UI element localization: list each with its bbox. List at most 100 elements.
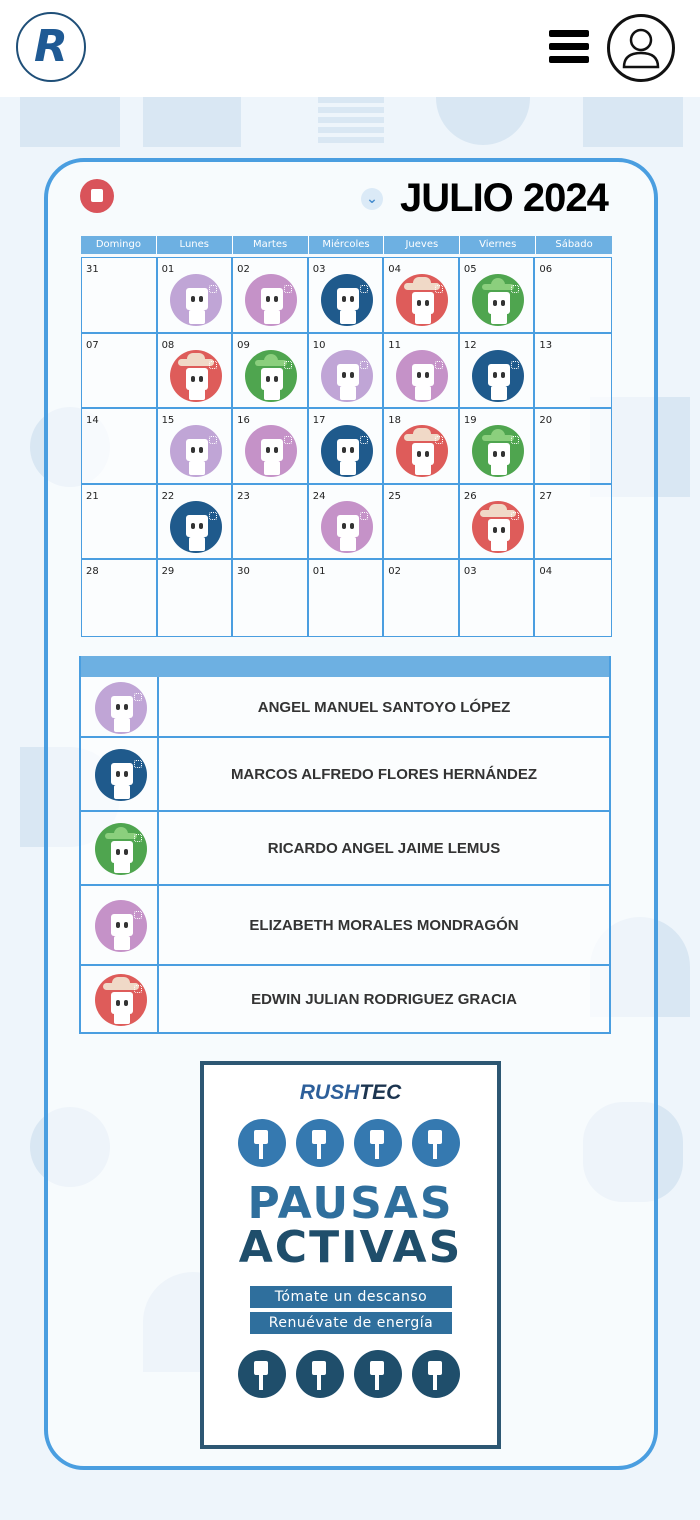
grn-robot-avatar-icon: [471, 274, 524, 326]
legend-avatar-cell: [81, 886, 159, 964]
poster-title-1: PAUSAS: [247, 1178, 454, 1229]
calendar-day-cell[interactable]: 04: [535, 560, 611, 636]
red-robot-avatar-icon: [471, 500, 524, 553]
blu-robot-avatar-icon: [320, 274, 373, 326]
day-number: 01: [312, 566, 326, 578]
calendar-day-cell[interactable]: 02: [233, 258, 309, 334]
day-number: 01: [161, 264, 175, 275]
calendar-day-cell[interactable]: 01: [157, 258, 234, 334]
day-number: 25: [388, 490, 402, 502]
calendar-day-cell[interactable]: 17: [308, 409, 385, 485]
day-number: 13: [539, 339, 553, 351]
calendar-day-cell[interactable]: 20: [535, 409, 611, 485]
calendar-day-cell[interactable]: 31: [82, 258, 158, 334]
day-number: 07: [86, 339, 99, 351]
weekday-label: Jueves: [384, 236, 461, 254]
month-dropdown-chevron-icon[interactable]: ⌄: [361, 188, 383, 210]
assignee-name: ELIZABETH MORALES MONDRAGÓN: [249, 917, 519, 934]
weekday-label: Domingo: [81, 236, 157, 254]
assignee-name: EDWIN JULIAN RODRIGUEZ GRACIA: [251, 991, 517, 1008]
legend-avatar-cell: [81, 738, 159, 810]
assignee-name: ANGEL MANUEL SANTOYO LÓPEZ: [257, 699, 511, 716]
blu-robot-avatar-icon: [95, 749, 147, 801]
day-number: 10: [312, 339, 326, 351]
day-number: 20: [539, 415, 553, 427]
pink-robot-avatar-icon: [396, 349, 449, 402]
day-number: 15: [161, 415, 175, 427]
calendar-day-cell[interactable]: 27: [535, 485, 611, 561]
pink-robot-avatar-icon: [320, 500, 373, 553]
red-robot-avatar-icon: [396, 425, 449, 478]
legend-header: [81, 656, 609, 677]
calendar-day-cell[interactable]: 26: [459, 484, 536, 561]
poster-title-2: ACTIVAS: [238, 1222, 463, 1273]
day-number: 31: [86, 264, 99, 275]
calendar-day-cell[interactable]: 30: [233, 560, 309, 636]
exercise-icon: [354, 1350, 402, 1398]
assignee-name: MARCOS ALFREDO FLORES HERNÁNDEZ: [230, 766, 538, 783]
calendar-day-cell[interactable]: 03: [460, 560, 536, 636]
blu-robot-avatar-icon: [169, 500, 222, 553]
calendar-day-cell[interactable]: 11: [384, 333, 460, 410]
calendar-day-cell[interactable]: 22: [157, 484, 234, 561]
legend-avatar-cell: [81, 812, 159, 884]
calendar-day-cell[interactable]: 28: [82, 560, 158, 636]
calendar-day-cell[interactable]: 08: [157, 333, 234, 410]
calendar-day-cell[interactable]: 15: [157, 409, 234, 485]
calendar-day-cell[interactable]: 01: [309, 560, 385, 636]
day-number: 17: [312, 415, 326, 427]
exercise-icons-bottom: [238, 1350, 460, 1398]
calendar-day-cell[interactable]: 21: [82, 484, 158, 561]
poster-tagline-2: Renuévate de energía: [250, 1312, 452, 1334]
day-number: 27: [539, 490, 553, 502]
pausas-activas-poster: RUSHTEC PAUSAS ACTIVAS Tómate un descans…: [200, 1061, 501, 1449]
calendar-day-cell[interactable]: 10: [308, 333, 385, 410]
day-number: 19: [463, 415, 477, 427]
calendar-day-cell[interactable]: 09: [233, 333, 309, 410]
calendar-day-cell[interactable]: 12: [459, 333, 536, 410]
calendar-day-cell[interactable]: 25: [384, 484, 460, 561]
pink-robot-avatar-icon: [245, 425, 298, 478]
logo-letter: R: [34, 21, 68, 72]
calendar-day-cell[interactable]: 16: [233, 409, 309, 485]
calendar-day-cell[interactable]: 14: [82, 409, 158, 485]
exercise-icon: [296, 1350, 344, 1398]
day-number: 24: [312, 490, 326, 502]
pink-robot-avatar-icon: [245, 274, 298, 326]
calendar-day-cell[interactable]: 06: [535, 258, 611, 334]
legend-row: ELIZABETH MORALES MONDRAGÓN: [81, 886, 609, 966]
day-number: 04: [388, 264, 402, 275]
user-profile-icon[interactable]: [607, 14, 675, 82]
day-number: 16: [237, 415, 250, 427]
exercise-icon: [412, 1119, 460, 1167]
calendar-day-cell[interactable]: 29: [158, 560, 234, 636]
legend-row: RICARDO ANGEL JAIME LEMUS: [81, 812, 609, 886]
calendar-day-cell[interactable]: 05: [459, 258, 536, 334]
calendar-day-cell[interactable]: 18: [384, 409, 460, 485]
day-number: 02: [388, 566, 402, 578]
calendar-day-cell[interactable]: 23: [233, 484, 309, 561]
calendar-day-cell[interactable]: 07: [82, 333, 158, 410]
day-number: 06: [539, 264, 553, 275]
hamburger-menu-icon[interactable]: [549, 30, 589, 66]
calendar-day-cell[interactable]: 13: [535, 334, 611, 410]
weekday-label: Lunes: [157, 236, 233, 254]
day-number: 03: [463, 566, 477, 578]
day-number: 09: [237, 339, 250, 351]
calendar-day-cell[interactable]: 24: [308, 484, 385, 561]
calendar-day-cell[interactable]: 02: [384, 560, 460, 636]
app-logo[interactable]: R: [16, 12, 86, 82]
lav-robot-avatar-icon: [169, 425, 222, 478]
red-robot-avatar-icon: [169, 349, 222, 402]
exercise-icon: [354, 1119, 402, 1167]
red-robot-avatar-icon: [95, 974, 147, 1026]
day-number: 23: [237, 490, 250, 502]
calendar-day-cell[interactable]: 19: [459, 409, 536, 485]
calendar-day-cell[interactable]: 03: [308, 258, 385, 334]
lav-robot-avatar-icon: [169, 274, 222, 326]
lav-robot-avatar-icon: [95, 682, 147, 734]
weekday-label: Viernes: [460, 236, 537, 254]
day-number: 14: [86, 415, 99, 427]
exercise-icons-top: [238, 1119, 460, 1167]
calendar-day-cell[interactable]: 04: [384, 258, 460, 334]
